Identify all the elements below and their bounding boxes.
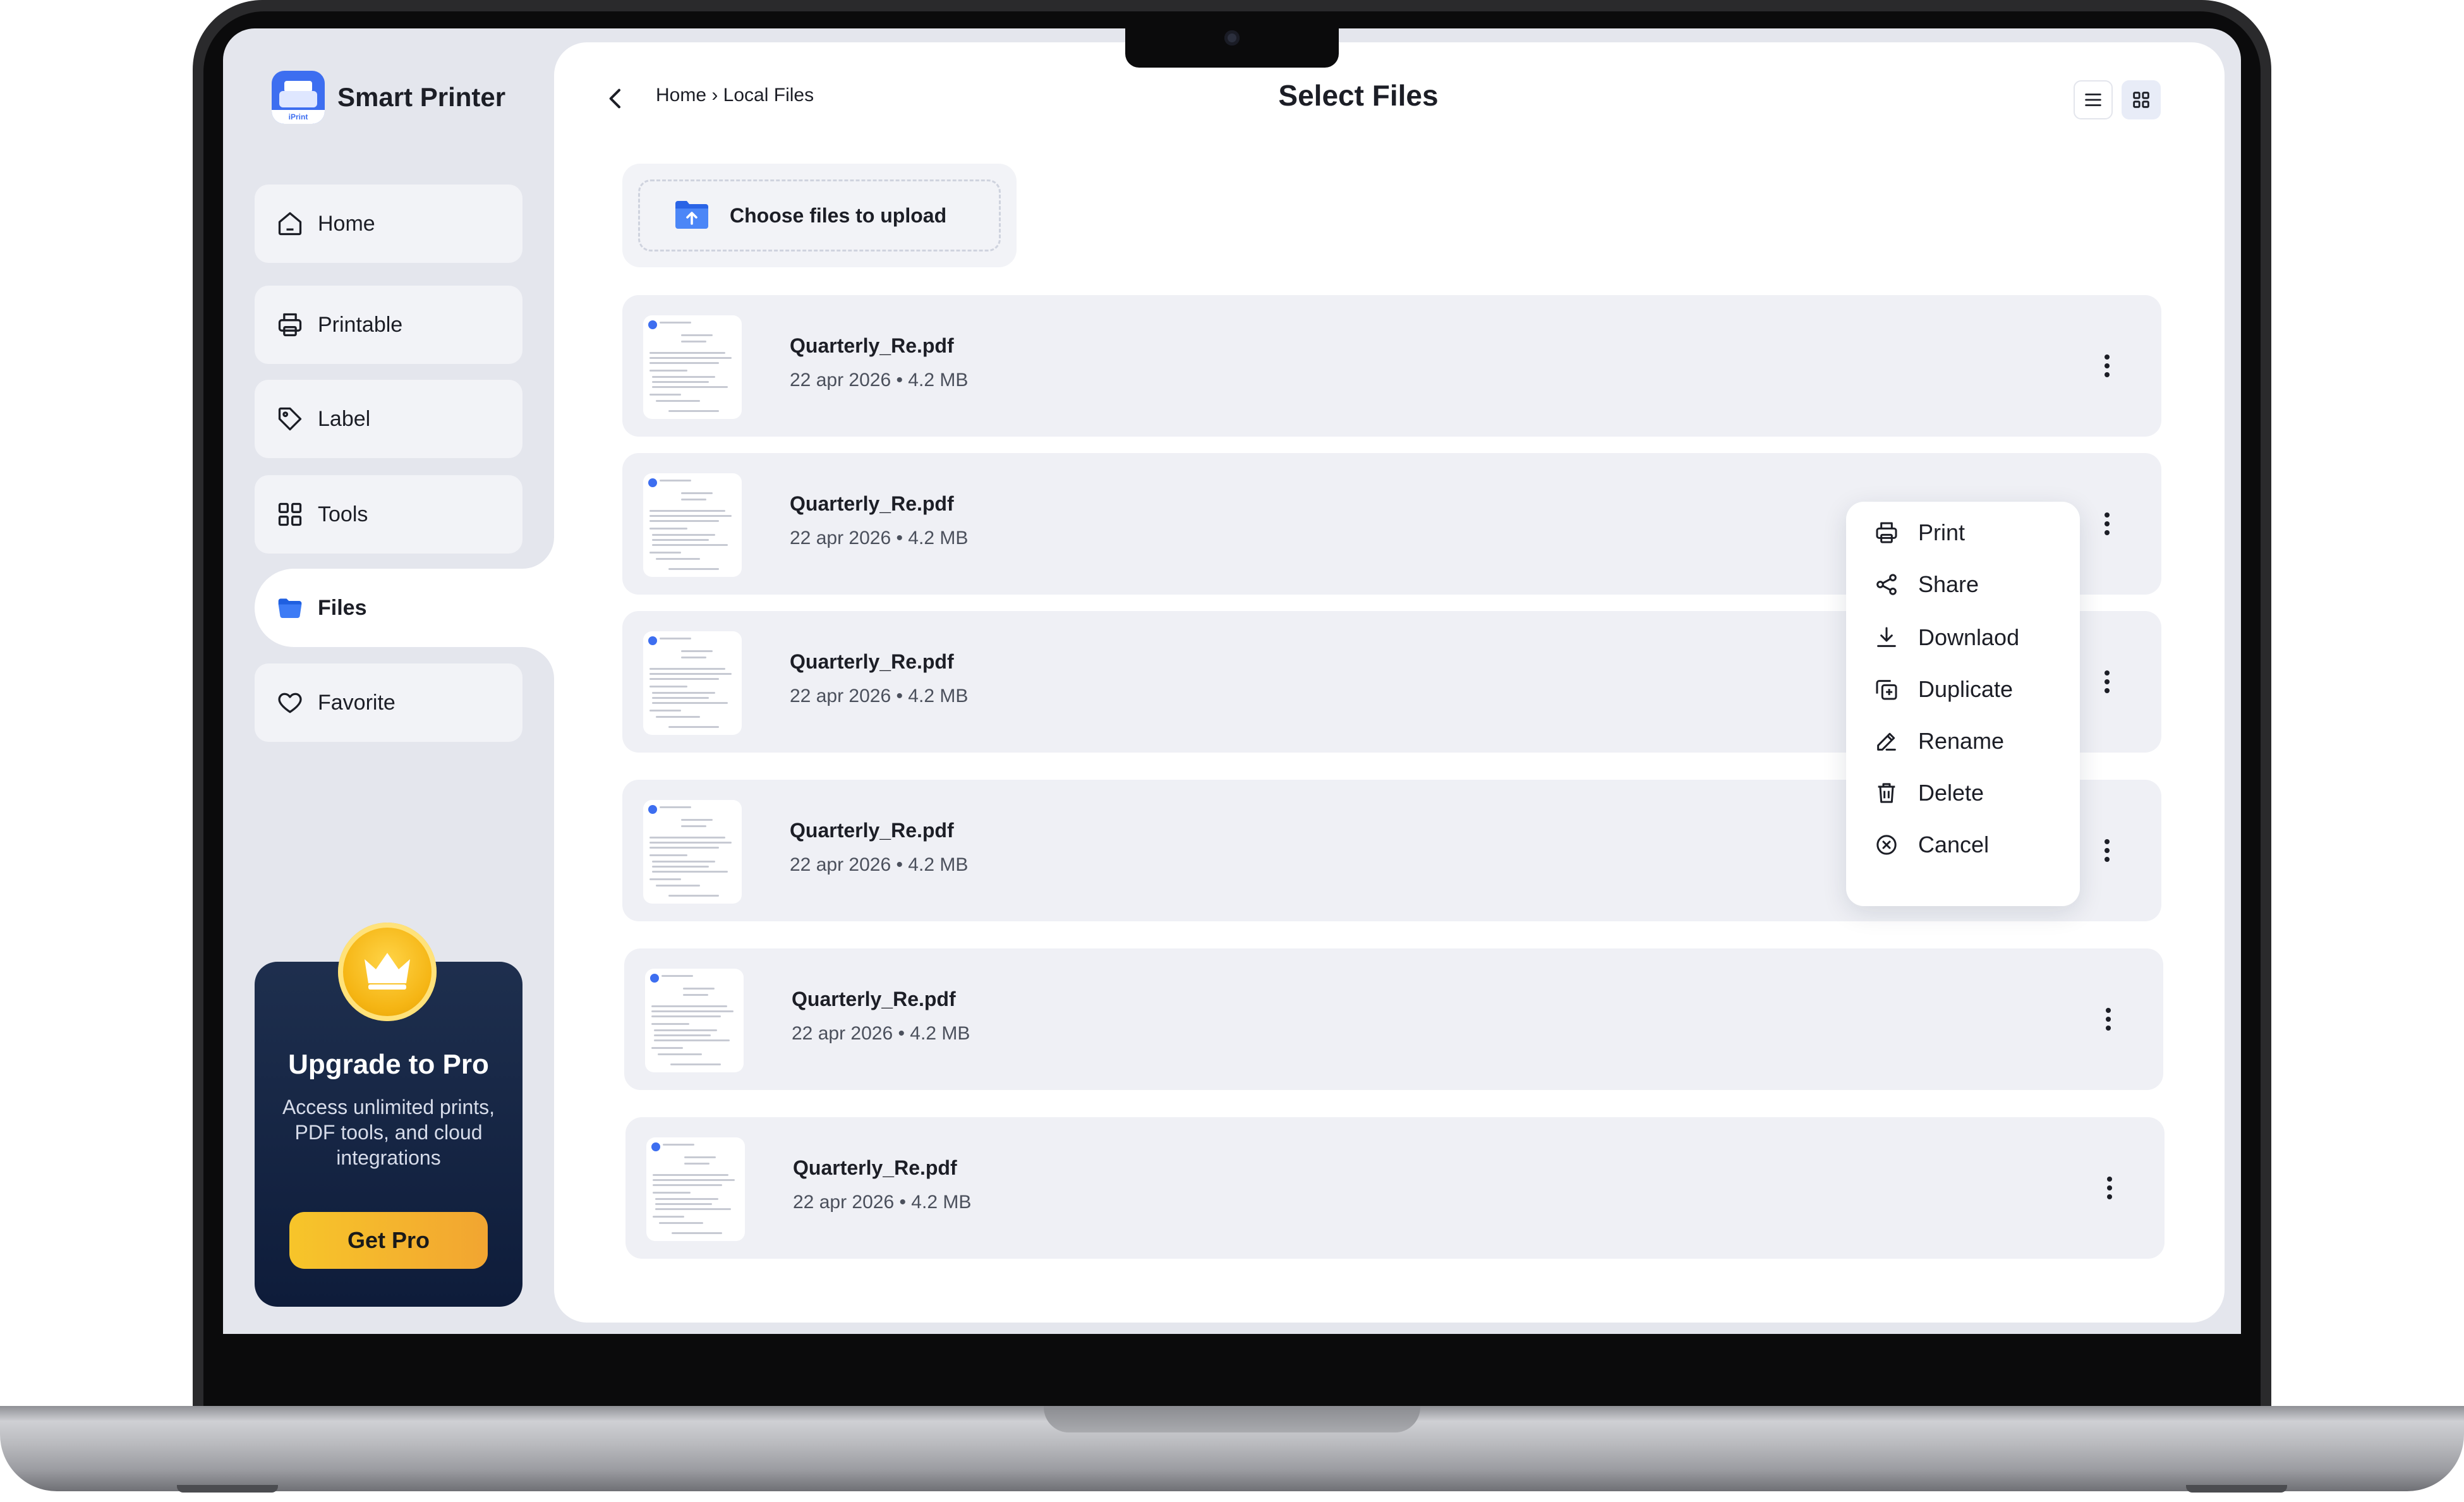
grid-view-button[interactable] <box>2122 80 2161 119</box>
menu-item-share[interactable]: Share <box>1846 562 2080 607</box>
brand: iPrint Smart Printer <box>272 71 505 124</box>
printer-icon <box>1873 519 1900 547</box>
menu-item-label: Delete <box>1918 780 1984 806</box>
file-meta: 22 apr 2026 • 4.2 MB <box>790 686 969 706</box>
download-icon <box>1873 624 1900 651</box>
more-options-icon[interactable] <box>2094 832 2120 869</box>
file-meta: 22 apr 2026 • 4.2 MB <box>790 370 969 391</box>
tag-icon <box>276 405 304 433</box>
upgrade-description: Access unlimited prints, PDF tools, and … <box>282 1096 495 1169</box>
screen-chin <box>203 1334 2261 1412</box>
file-name: Quarterly_Re.pdf <box>790 492 954 515</box>
file-meta: 22 apr 2026 • 4.2 MB <box>793 1192 972 1213</box>
upload-label: Choose files to upload <box>730 203 947 227</box>
file-thumbnail <box>643 631 742 735</box>
sidebar-item-label: Printable <box>318 312 403 337</box>
camera-icon <box>1224 30 1240 45</box>
grid-icon <box>276 500 304 528</box>
sidebar-item-label: Tools <box>318 502 368 526</box>
menu-item-delete[interactable]: Delete <box>1846 771 2080 815</box>
trash-icon <box>1873 779 1900 807</box>
menu-item-label: Share <box>1918 571 1979 597</box>
file-name: Quarterly_Re.pdf <box>792 988 956 1010</box>
back-button[interactable] <box>603 86 629 111</box>
app-logo: iPrint <box>272 71 325 124</box>
file-meta: 22 apr 2026 • 4.2 MB <box>792 1023 970 1044</box>
sidebar-item-tools[interactable]: Tools <box>255 475 522 554</box>
active-tab-curve <box>522 537 554 569</box>
sidebar-item-files[interactable]: Files <box>255 569 554 647</box>
get-pro-button[interactable]: Get Pro <box>289 1212 488 1269</box>
breadcrumb[interactable]: Home › Local Files <box>656 85 814 106</box>
app-name: Smart Printer <box>337 82 506 112</box>
file-name: Quarterly_Re.pdf <box>790 650 954 673</box>
menu-item-duplicate[interactable]: Duplicate <box>1846 667 2080 712</box>
sidebar-item-label: Favorite <box>318 690 396 715</box>
page-title: Select Files <box>1278 79 1439 112</box>
choose-files-button[interactable]: Choose files to upload <box>638 179 1001 251</box>
more-options-icon[interactable] <box>2094 505 2120 543</box>
home-icon <box>276 210 304 238</box>
menu-item-label: Print <box>1918 519 1966 545</box>
file-thumbnail <box>643 473 742 577</box>
file-thumbnail <box>646 1137 745 1241</box>
file-thumbnail <box>643 800 742 904</box>
menu-item-label: Duplicate <box>1918 676 2014 702</box>
more-options-icon[interactable] <box>2094 347 2120 385</box>
menu-item-download[interactable]: Downlaod <box>1846 615 2080 660</box>
folder-icon <box>276 594 304 622</box>
file-thumbnail <box>645 969 744 1072</box>
menu-item-rename[interactable]: Rename <box>1846 719 2080 763</box>
chevron-left-icon <box>609 88 620 109</box>
laptop-opening-notch <box>1044 1406 1420 1432</box>
file-name: Quarterly_Re.pdf <box>790 334 954 357</box>
share-icon <box>1873 571 1900 598</box>
file-row[interactable]: Quarterly_Re.pdf 22 apr 2026 • 4.2 MB <box>622 295 2161 437</box>
list-view-button[interactable] <box>2074 80 2113 119</box>
edit-icon <box>1873 727 1900 755</box>
file-row[interactable]: Quarterly_Re.pdf 22 apr 2026 • 4.2 MB <box>624 948 2163 1090</box>
file-meta: 22 apr 2026 • 4.2 MB <box>790 528 969 548</box>
sidebar-item-label: Files <box>318 595 367 620</box>
logo-caption: iPrint <box>288 112 308 121</box>
file-name: Quarterly_Re.pdf <box>790 819 954 842</box>
menu-item-label: Cancel <box>1918 832 1990 857</box>
upgrade-title: Upgrade to Pro <box>288 1049 489 1080</box>
sidebar-item-favorite[interactable]: Favorite <box>255 663 522 742</box>
file-name: Quarterly_Re.pdf <box>793 1156 957 1179</box>
menu-item-cancel[interactable]: Cancel <box>1846 823 2080 867</box>
printer-icon <box>276 311 304 339</box>
sidebar-item-label: Label <box>318 406 371 431</box>
context-menu: Print Share Downlaod Duplicate Rename De… <box>1846 502 2080 906</box>
cancel-icon <box>1873 831 1900 859</box>
heart-icon <box>276 689 304 717</box>
laptop-foot <box>177 1485 278 1493</box>
active-tab-curve <box>522 647 554 679</box>
list-icon <box>2085 94 2101 106</box>
grid-icon <box>2133 92 2149 108</box>
sidebar-item-printable[interactable]: Printable <box>255 286 522 364</box>
laptop-foot <box>2186 1485 2287 1493</box>
menu-item-print[interactable]: Print <box>1846 511 2080 555</box>
folder-upload-icon <box>674 198 710 233</box>
menu-item-label: Downlaod <box>1918 624 2020 650</box>
more-options-icon[interactable] <box>2097 1169 2122 1207</box>
file-meta: 22 apr 2026 • 4.2 MB <box>790 854 969 875</box>
sidebar-item-home[interactable]: Home <box>255 185 522 263</box>
sidebar-item-label: Home <box>318 211 375 236</box>
file-row[interactable]: Quarterly_Re.pdf 22 apr 2026 • 4.2 MB <box>625 1117 2165 1259</box>
duplicate-icon <box>1873 675 1900 703</box>
crown-icon <box>338 923 437 1021</box>
more-options-icon[interactable] <box>2096 1000 2121 1038</box>
sidebar-item-label-nav[interactable]: Label <box>255 380 522 458</box>
more-options-icon[interactable] <box>2094 663 2120 701</box>
file-thumbnail <box>643 315 742 419</box>
menu-item-label: Rename <box>1918 728 2005 754</box>
